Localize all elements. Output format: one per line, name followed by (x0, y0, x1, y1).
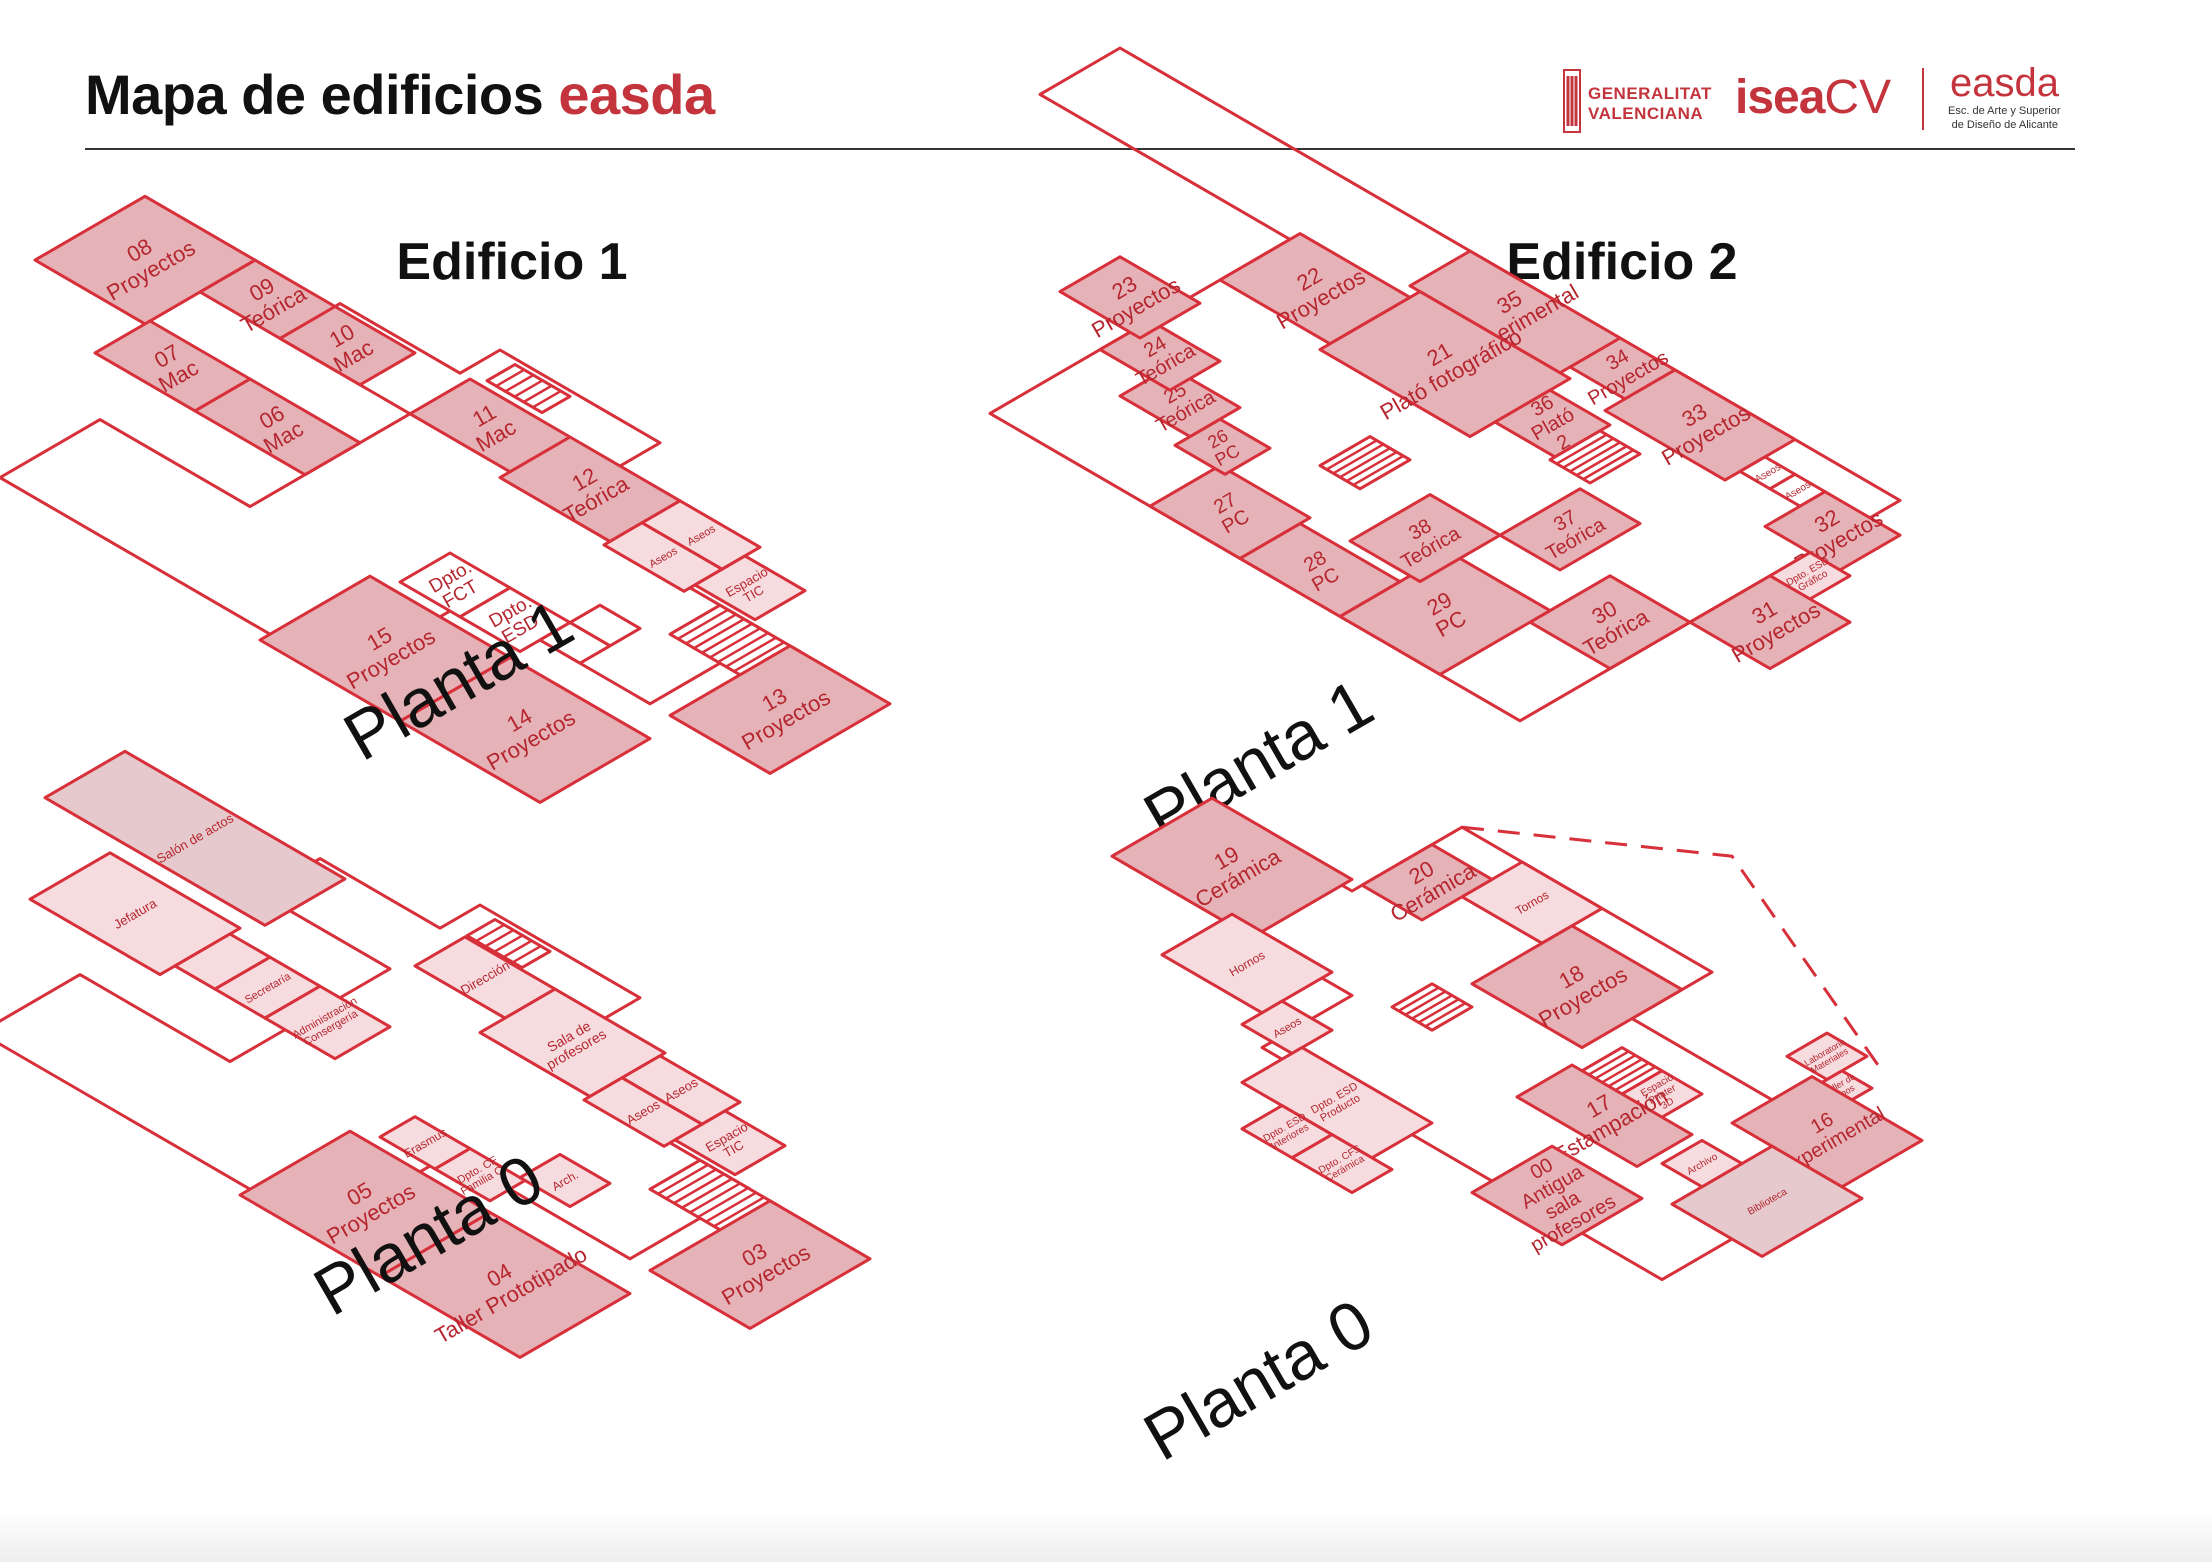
building-1-floor-0: DirecciónSala deprofesoresAseosAseosEspa… (0, 749, 872, 1359)
floor-plans: 11Mac12TeóricaAseosAseosEspacioTIC10Mac0… (0, 46, 1924, 1476)
building-2-floor-0: Tornos20Cerámica19Cerámica18ProyectosLab… (1110, 796, 1924, 1476)
page-bottom-shade (0, 1510, 2212, 1562)
building-2-floor-1: 34Proyectos35Experimental33ProyectosAseo… (988, 46, 1902, 855)
e2p0-floor-label: Planta 0 (1131, 1285, 1385, 1476)
building-1-floor-1: 11Mac12TeóricaAseosAseosEspacioTIC10Mac0… (0, 194, 892, 804)
